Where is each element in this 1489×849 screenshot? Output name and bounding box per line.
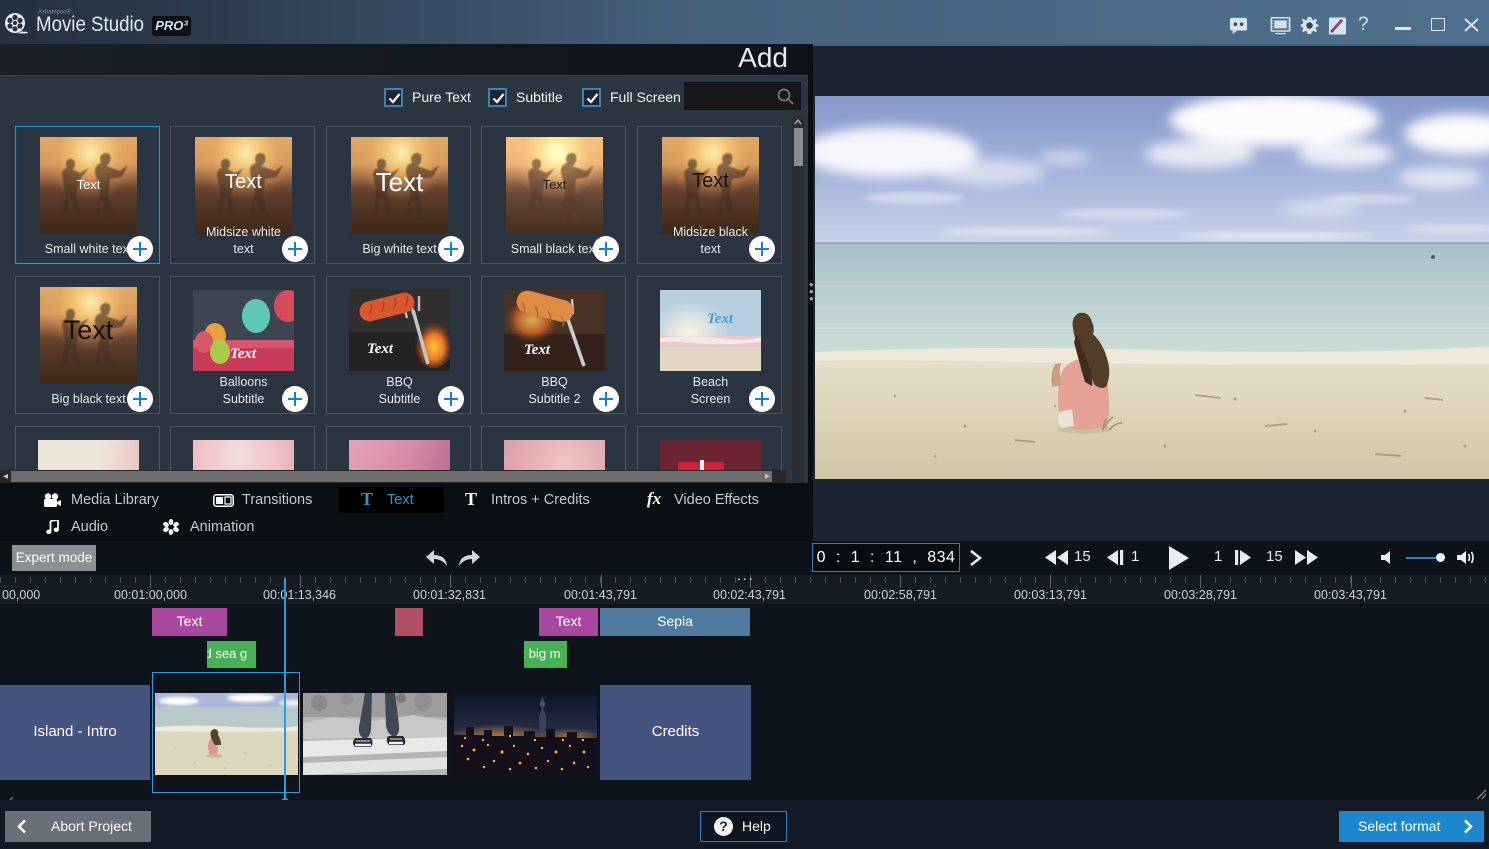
svg-text:Text: Text [524,342,551,358]
svg-text:Text: Text [230,346,257,362]
svg-text:Text: Text [367,341,394,357]
svg-text:Text: Text [707,311,734,327]
